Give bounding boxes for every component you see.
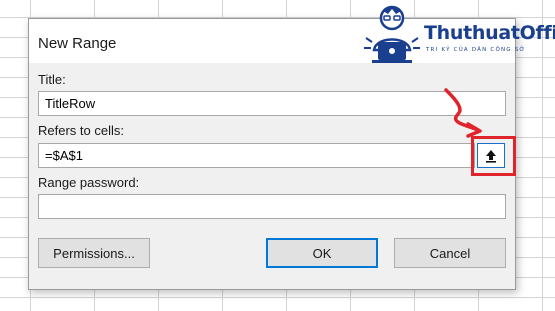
title-label: Title:: [38, 72, 66, 87]
red-arrow-icon: [444, 88, 482, 138]
logo-name: ThuthuatOffice: [424, 22, 555, 44]
ok-button[interactable]: OK: [266, 238, 378, 268]
title-input[interactable]: TitleRow: [38, 91, 506, 116]
office-worker-icon: [364, 5, 420, 63]
logo-tagline: TRI KỶ CỦA DÂN CÔNG SỞ: [426, 47, 526, 53]
refers-to-label: Refers to cells:: [38, 123, 124, 138]
thuthuatoffice-logo: ThuthuatOffice TRI KỶ CỦA DÂN CÔNG SỞ: [360, 2, 555, 68]
range-password-input[interactable]: [38, 194, 506, 219]
refers-to-input[interactable]: =$A$1: [38, 143, 475, 168]
range-password-label: Range password:: [38, 175, 140, 190]
highlight-box: [471, 136, 516, 176]
dialog-title: New Range: [38, 35, 117, 52]
cancel-button[interactable]: Cancel: [394, 238, 506, 268]
permissions-button[interactable]: Permissions...: [38, 238, 150, 268]
